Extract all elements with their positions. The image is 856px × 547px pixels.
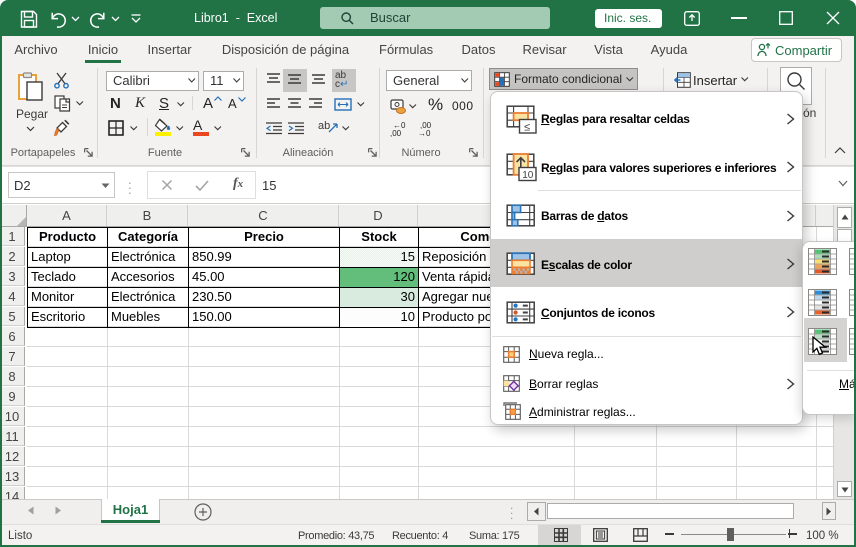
svg-text:10: 10 — [522, 170, 534, 181]
svg-text:≤: ≤ — [524, 122, 530, 134]
svg-text:→0: →0 — [418, 129, 431, 137]
svg-text:,00: ,00 — [390, 129, 402, 137]
